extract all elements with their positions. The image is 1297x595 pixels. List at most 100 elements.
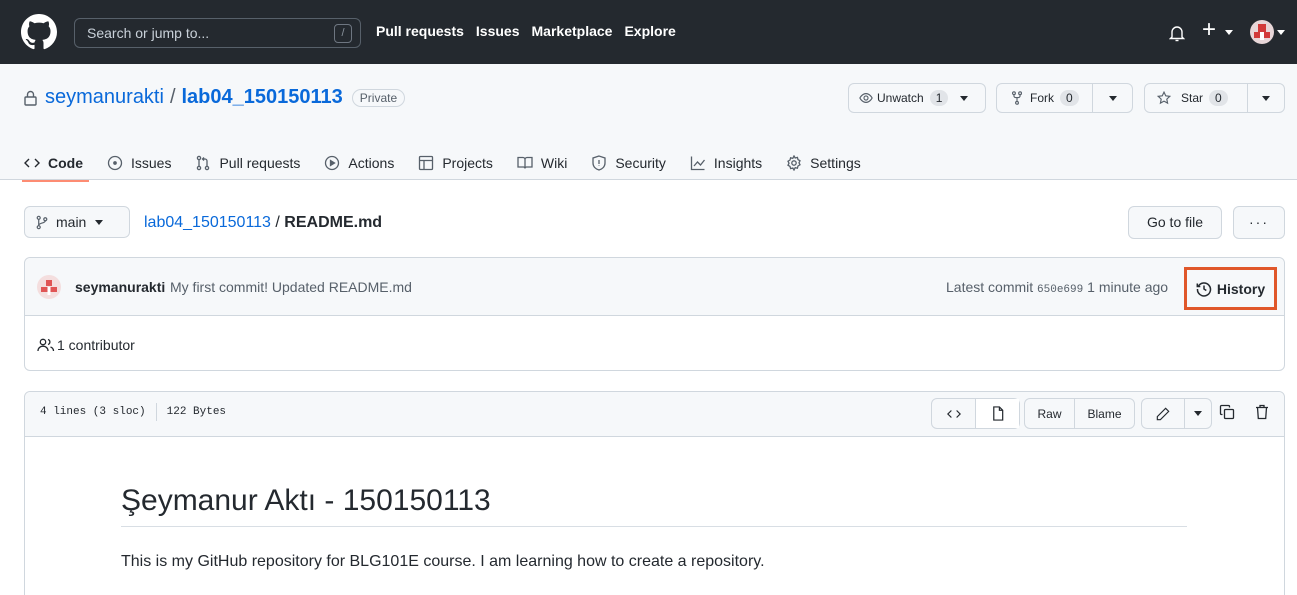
commit-time: 1 minute ago	[1087, 279, 1169, 295]
fork-caret-icon	[1108, 95, 1117, 101]
star-count: 0	[1209, 90, 1228, 106]
tab-security-label: Security	[615, 155, 666, 171]
tab-actions-label: Actions	[348, 155, 395, 171]
breadcrumb: lab04_150150113 / README.md	[144, 214, 382, 232]
create-caret-icon	[1225, 30, 1233, 35]
repo-name-link[interactable]: lab04_150150113	[182, 86, 343, 109]
star-label: Star	[1181, 91, 1204, 105]
latest-commit-label: Latest commit	[946, 279, 1034, 295]
search-shortcut-key: /	[334, 24, 352, 43]
tab-code[interactable]: Code	[22, 146, 89, 182]
unwatch-button[interactable]: Unwatch 1	[848, 83, 986, 113]
commit-author-avatar[interactable]	[37, 275, 61, 299]
repo-path-separator: /	[169, 86, 176, 108]
watch-count: 1	[929, 90, 949, 106]
display-rendered-button[interactable]	[976, 399, 1019, 428]
commit-message[interactable]: My first commit! Updated README.md	[170, 279, 412, 295]
view-toggle	[931, 398, 1020, 429]
repo-tabs: Code Issues Pull requests Actions Projec…	[22, 146, 885, 182]
tab-insights-label: Insights	[713, 155, 763, 171]
repo-owner-link[interactable]: seymanurakti	[45, 86, 164, 109]
edit-caret-icon	[1194, 411, 1202, 416]
repo-title: seymanurakti / lab04_150150113 Private	[24, 86, 406, 109]
tab-settings-label: Settings	[810, 155, 861, 171]
branch-caret-icon	[95, 219, 104, 225]
lock-icon	[24, 90, 37, 106]
tab-insights[interactable]: Insights	[690, 146, 762, 180]
copy-icon[interactable]	[1219, 404, 1235, 420]
nav-marketplace[interactable]: Marketplace	[532, 23, 613, 39]
commit-author[interactable]: seymanurakti	[75, 279, 165, 295]
tab-pull-requests-label: Pull requests	[219, 155, 301, 171]
star-button[interactable]: Star 0	[1145, 84, 1248, 112]
latest-commit-info: Latest commit 650e699 1 minute ago	[946, 279, 1168, 296]
pull-request-icon	[197, 155, 210, 171]
tab-security[interactable]: Security	[591, 146, 666, 180]
bell-icon[interactable]	[1169, 24, 1185, 42]
global-nav: Pull requests Issues Marketplace Explore	[376, 23, 676, 39]
tab-pull-requests[interactable]: Pull requests	[195, 146, 300, 180]
edit-group	[1141, 398, 1212, 429]
people-icon	[37, 338, 55, 352]
search-input[interactable]: Search or jump to... /	[74, 18, 361, 48]
breadcrumb-repo-link[interactable]: lab04_150150113	[144, 214, 271, 231]
eye-icon	[859, 93, 873, 103]
nav-issues[interactable]: Issues	[476, 23, 520, 39]
trash-icon[interactable]	[1255, 404, 1269, 420]
edit-dropdown[interactable]	[1185, 399, 1211, 428]
tab-code-label: Code	[48, 155, 83, 171]
file-size: 122 Bytes	[166, 406, 227, 418]
tab-projects[interactable]: Projects	[418, 146, 493, 180]
visibility-badge: Private	[351, 88, 406, 107]
code-icon	[24, 158, 40, 168]
display-source-button[interactable]	[932, 399, 976, 428]
repository-header: seymanurakti / lab04_150150113 Private U…	[0, 64, 1297, 182]
tab-settings[interactable]: Settings	[786, 146, 861, 180]
unwatch-label: Unwatch	[877, 91, 924, 105]
branch-name: main	[56, 214, 87, 230]
file-icon	[992, 406, 1003, 421]
history-button[interactable]: History	[1184, 267, 1277, 310]
blame-button[interactable]: Blame	[1075, 399, 1134, 428]
pencil-icon	[1156, 407, 1170, 420]
file-info-divider	[155, 403, 157, 421]
commit-sha[interactable]: 650e699	[1037, 284, 1083, 296]
branch-selector[interactable]: main	[24, 206, 130, 238]
raw-blame-group: Raw Blame	[1024, 398, 1135, 429]
history-icon	[1196, 281, 1212, 297]
code-icon	[946, 409, 961, 418]
global-header: Search or jump to... / Pull requests Iss…	[0, 0, 1297, 64]
tab-wiki[interactable]: Wiki	[517, 146, 567, 180]
nav-explore[interactable]: Explore	[624, 23, 675, 39]
star-caret-icon	[1262, 95, 1270, 101]
file-info: 4 lines (3 sloc) 122 Bytes	[40, 403, 227, 421]
book-icon	[517, 156, 533, 169]
fork-button[interactable]: Fork 0	[997, 84, 1093, 112]
edit-file-button[interactable]	[1142, 399, 1185, 428]
more-options-button[interactable]: ···	[1233, 206, 1285, 239]
shield-icon	[592, 155, 606, 171]
fork-dropdown[interactable]	[1093, 84, 1132, 112]
latest-commit-row: seymanurakti My first commit! Updated RE…	[25, 258, 1284, 316]
star-dropdown[interactable]	[1248, 84, 1284, 112]
readme-paragraph: This is my GitHub repository for BLG101E…	[121, 553, 765, 570]
raw-button[interactable]: Raw	[1025, 399, 1075, 428]
go-to-file-button[interactable]: Go to file	[1128, 206, 1222, 239]
table-icon	[419, 155, 434, 171]
graph-icon	[690, 156, 705, 171]
tab-actions[interactable]: Actions	[324, 146, 394, 180]
user-avatar[interactable]	[1250, 20, 1274, 44]
tab-issues-label: Issues	[131, 155, 172, 171]
tab-wiki-label: Wiki	[540, 155, 568, 171]
gear-icon	[787, 155, 802, 171]
play-icon	[325, 155, 340, 171]
tab-issues[interactable]: Issues	[107, 146, 171, 180]
create-new-icon[interactable]: +	[1202, 18, 1216, 42]
github-logo-icon[interactable]	[21, 14, 57, 50]
issue-icon	[107, 155, 123, 171]
star-button-group: Star 0	[1144, 83, 1285, 113]
tab-projects-label: Projects	[442, 155, 493, 171]
search-placeholder: Search or jump to...	[87, 25, 210, 41]
nav-pull-requests[interactable]: Pull requests	[376, 23, 464, 39]
contributors-info[interactable]: 1 contributor	[37, 337, 135, 353]
